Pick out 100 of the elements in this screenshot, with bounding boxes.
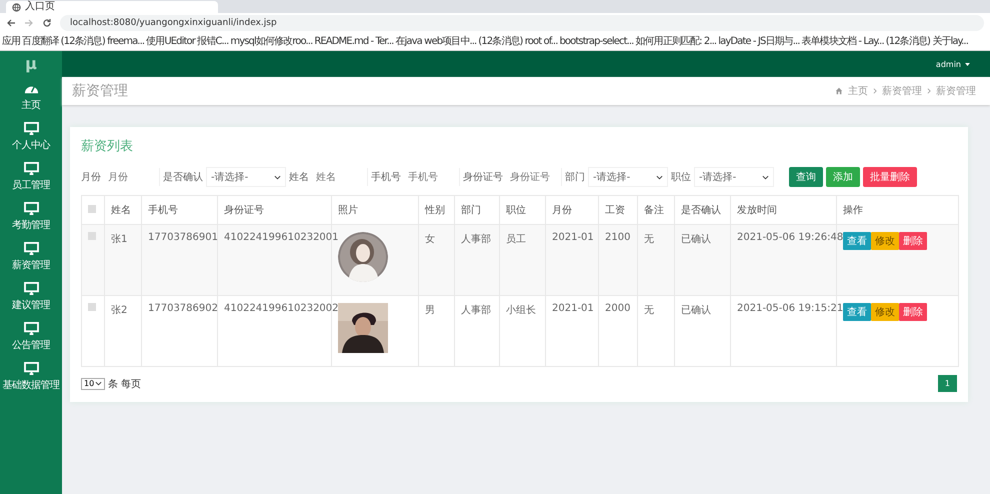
table-cell: 2000 [605,303,630,314]
edit-button[interactable]: 修改 [871,303,899,321]
table-cell: 已确认 [681,234,711,245]
table-cell: 17703786902 [148,303,218,314]
bookmark[interactable]: 表单模块文档 - Lay... [802,35,884,48]
table-cell: 小组长 [506,305,536,316]
chevron-icon [873,88,877,94]
sidebar-item[interactable]: 员工管理 [12,157,50,197]
column-header: 备注 [644,205,664,216]
card-title: 薪资列表 [81,138,134,155]
filter-dropdown[interactable]: -请选择- [588,167,668,187]
page-title: 薪资管理 [72,82,128,100]
monitor-icon [24,122,38,135]
filter-dropdown[interactable]: -请选择- [206,167,286,187]
bookmark[interactable]: (12条消息) root of... [478,35,558,48]
column-header: 身份证号 [224,205,264,216]
bookmark[interactable]: 使用UEditor 报错C... [146,35,228,48]
table-cell: 人事部 [461,234,491,245]
user-menu[interactable]: admin [936,60,961,68]
column-header: 性别 [425,205,445,216]
sidebar-item[interactable]: 基础数据管理 [2,357,60,397]
row-checkbox[interactable] [88,303,96,311]
back-icon[interactable] [6,18,16,28]
bookmark[interactable]: 如何用正则匹配: 2... [635,35,716,48]
table-cell: 2100 [605,232,630,243]
bookmark[interactable]: 在java web项目中... [395,35,476,48]
globe-icon [12,2,21,12]
monitor-icon [24,202,38,215]
table-cell: 410224199610232001 [224,232,339,243]
table-cell: 无 [644,305,654,316]
breadcrumb-link[interactable]: 主页 [848,84,868,98]
column-header: 是否确认 [681,205,721,216]
table-cell: 2021-05-06 19:26:48 [737,232,844,243]
chevron-icon [927,88,931,94]
sidebar-item[interactable]: 主页 [22,77,40,117]
table-cell: 员工 [506,234,526,245]
filter-label: 是否确认 [163,171,203,184]
page-button[interactable]: 1 [938,375,957,392]
column-header: 操作 [843,205,863,216]
logo: μ [25,53,37,75]
home-icon [835,87,843,95]
column-header: 照片 [338,205,358,216]
monitor-icon [24,282,38,295]
reload-icon[interactable] [42,18,52,28]
bookmark[interactable]: layDate - JS日期与... [718,35,800,48]
table-cell: 2021-01 [552,303,594,314]
table-cell: 张2 [111,305,128,316]
sidebar-item[interactable]: 考勤管理 [12,197,50,237]
table-cell: 410224199610232002 [224,303,339,314]
chevron-icon [762,174,769,180]
chevron-icon [656,174,663,180]
column-header: 发放时间 [737,205,777,216]
row-checkbox[interactable] [88,232,96,240]
table-cell: 人事部 [461,305,491,316]
bookmark[interactable]: README.md - Ter... [314,35,394,48]
bookmark[interactable]: (12条消息) freema... [60,35,144,48]
bookmark[interactable]: 百度翻译 [22,35,59,48]
chevron-icon [274,174,281,180]
filter-label: 姓名 [289,171,309,184]
select-all-checkbox[interactable] [88,204,96,212]
column-header: 部门 [461,205,481,216]
column-header: 姓名 [111,205,131,216]
sidebar-item[interactable]: 公告管理 [12,317,50,357]
breadcrumb-link[interactable]: 薪资管理 [936,84,976,98]
delete-button[interactable]: 删除 [899,232,927,250]
filter-label: 月份 [81,171,101,184]
forward-icon[interactable] [24,18,34,28]
view-button[interactable]: 查看 [843,232,871,250]
page-size-select[interactable]: 10 [81,378,105,390]
bookmark[interactable]: 应用 [2,35,20,48]
browser-tab[interactable]: 入口页 [6,1,218,13]
filter-label: 手机号 [371,170,401,184]
sidebar-item[interactable]: 个人中心 [12,117,50,157]
caret-icon[interactable] [965,62,970,66]
address-bar[interactable]: localhost:8080/yuangongxinxiguanli/index.jsp [60,15,984,31]
table-cell: 无 [644,234,654,245]
monitor-icon [24,322,38,335]
sidebar-item[interactable]: 薪资管理 [12,237,50,277]
filter-label: 身份证号 [463,171,503,184]
view-button[interactable]: 查看 [843,303,871,321]
table-cell: 2021-01 [552,232,594,243]
table-cell: 女 [425,234,435,245]
table-cell: 已确认 [681,305,711,316]
filter-dropdown[interactable]: -请选择- [694,167,774,187]
bookmark[interactable]: bootstrap-select... [559,35,634,48]
breadcrumb-link[interactable]: 薪资管理 [882,84,922,98]
filter-label: 职位 [671,171,691,184]
table-cell: 张1 [111,234,128,245]
delete-button[interactable]: 删除 [899,303,927,321]
column-header: 工资 [605,205,625,216]
delete-button[interactable]: 批量删除 [863,167,917,187]
edit-button[interactable]: 修改 [871,232,899,250]
add-button[interactable]: 添加 [826,167,860,187]
bookmark[interactable]: mysql如何修改roo... [230,35,312,48]
monitor-icon [24,242,38,255]
table-cell: 2021-05-06 19:15:21 [737,303,844,314]
page-size-label: 条 每页 [108,378,142,390]
query-button[interactable]: 查询 [789,167,823,187]
sidebar-item[interactable]: 建议管理 [12,277,50,317]
bookmark[interactable]: (12条消息) 关于lay... [886,35,968,48]
